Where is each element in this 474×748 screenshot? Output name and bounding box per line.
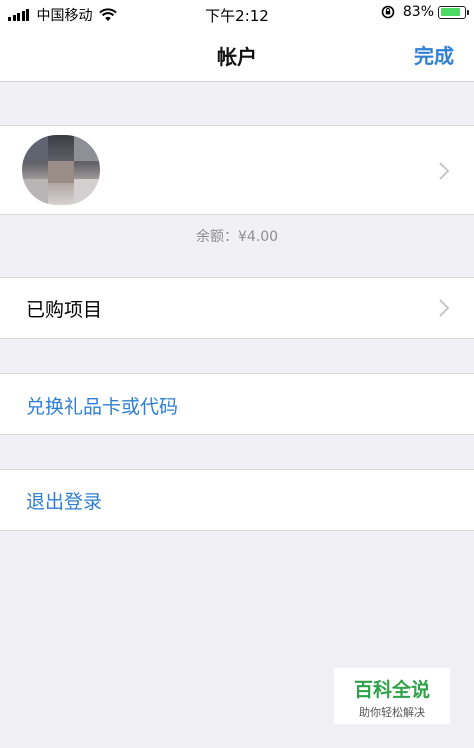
- battery-fill: [440, 8, 460, 16]
- redeem-gift-card-cell[interactable]: 兑换礼品卡或代码: [0, 373, 474, 435]
- navigation-bar: 帐户 完成: [0, 28, 474, 82]
- watermark-subtitle: 助你轻松解决: [359, 706, 425, 719]
- chevron-right-icon: [439, 162, 450, 180]
- sign-out-cell[interactable]: 退出登录: [0, 469, 474, 531]
- watermark-title: 百科全说: [353, 679, 430, 701]
- redeem-gift-card-label: 兑换礼品卡或代码: [26, 396, 179, 418]
- status-right: 83%: [381, 4, 469, 20]
- battery-icon: [438, 5, 469, 19]
- chevron-right-icon: [439, 299, 450, 317]
- purchased-items-cell[interactable]: 已购项目: [0, 277, 474, 339]
- sign-out-label: 退出登录: [26, 491, 103, 513]
- balance-text: 余额：¥4.00: [195, 229, 279, 245]
- rotation-lock-icon: [381, 5, 395, 19]
- done-button[interactable]: 完成: [414, 40, 454, 69]
- battery-percent: 83%: [402, 4, 434, 20]
- status-bar: 中国移动 下午2:12 83%: [0, 0, 474, 28]
- watermark-logo: 百科全说 助你轻松解决: [334, 668, 450, 724]
- page-title: 帐户: [217, 45, 257, 69]
- account-profile-cell[interactable]: [0, 125, 474, 215]
- purchased-items-label: 已购项目: [26, 299, 103, 321]
- avatar: [22, 135, 100, 205]
